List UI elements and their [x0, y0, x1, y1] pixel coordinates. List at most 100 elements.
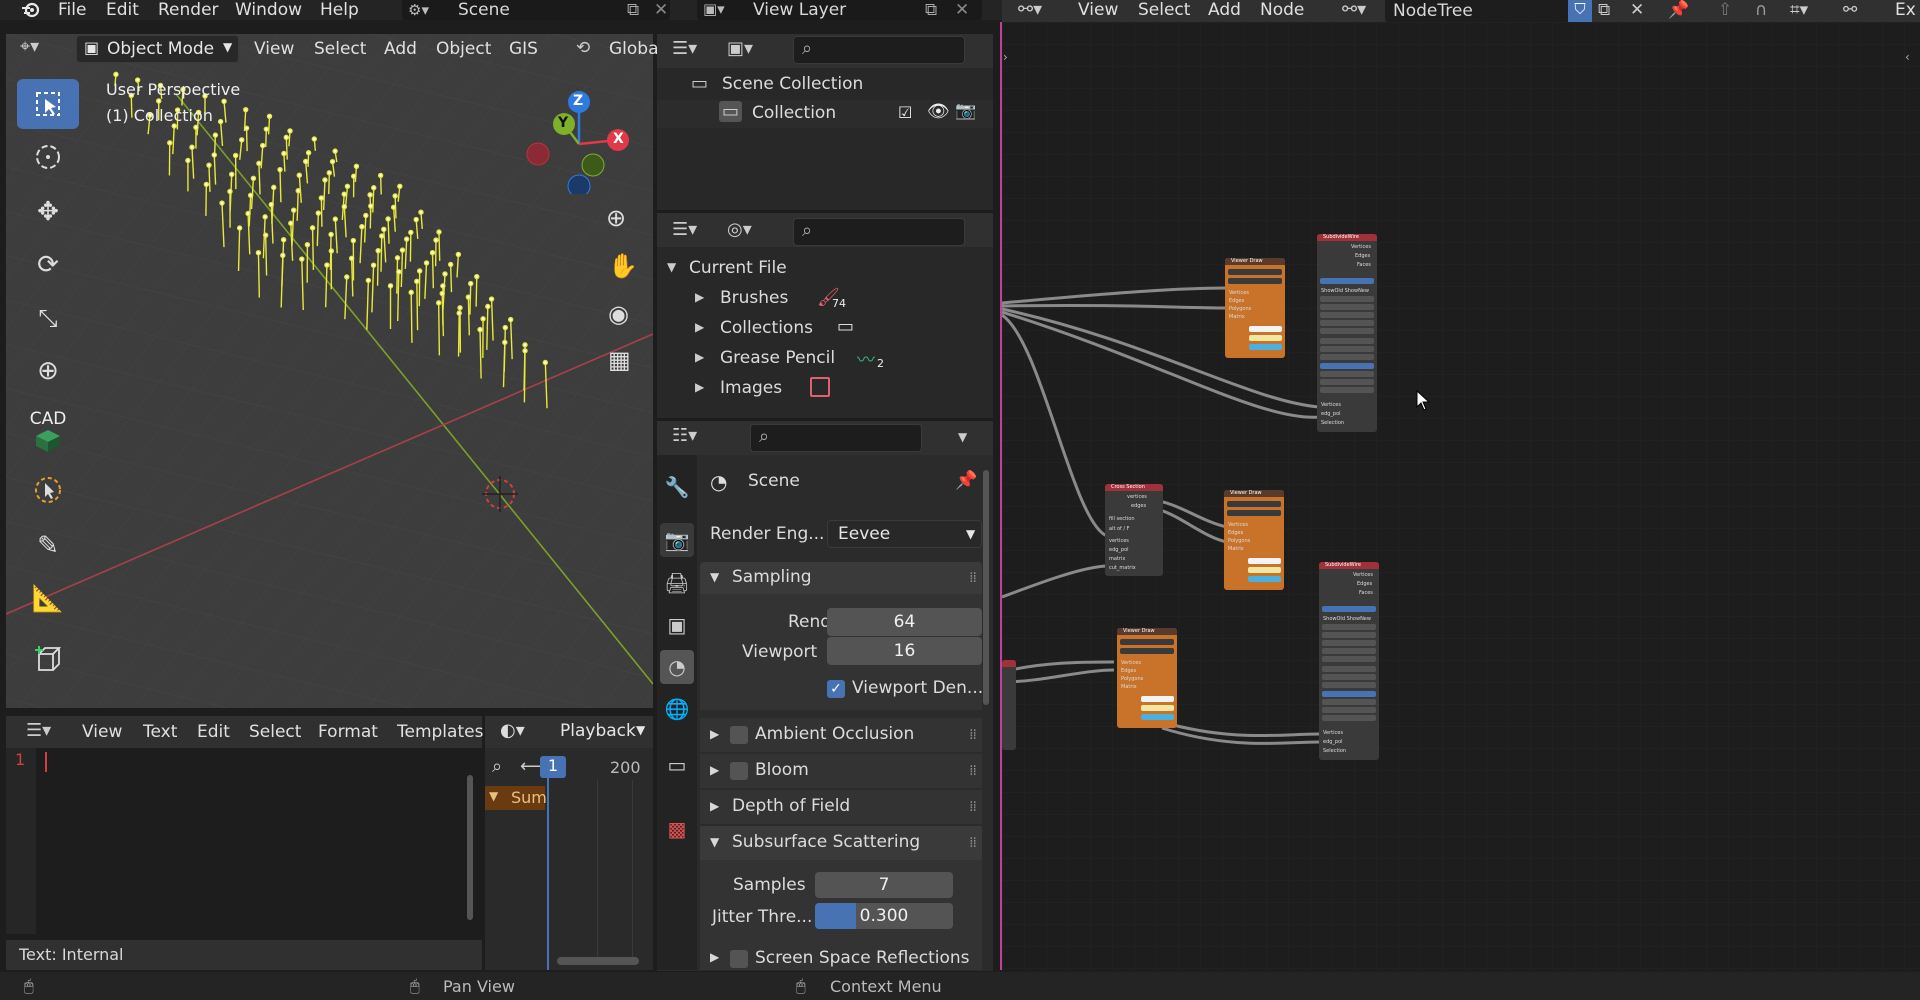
text-menu-templates[interactable]: Templates: [397, 722, 483, 742]
sampling-panel-header[interactable]: ▼ Sampling ⁞⁞: [700, 562, 982, 594]
view-layer-selector[interactable]: ▣▾ View Layer ⧉ ✕: [697, 0, 982, 20]
viewer3-bake-button[interactable]: [1120, 648, 1174, 654]
viewer1-color1[interactable]: [1249, 326, 1282, 332]
viewer1-icons-row[interactable]: [1228, 269, 1282, 275]
ssr-panel[interactable]: ▶ Screen Space Reflections: [700, 946, 982, 970]
sub1-showoptions[interactable]: [1320, 278, 1374, 284]
scale-tool-icon[interactable]: ⤡: [17, 293, 79, 343]
tool-tab-icon[interactable]: 🔧: [660, 470, 694, 504]
add-cube-tool-icon[interactable]: [17, 634, 79, 684]
drag-handle-icon[interactable]: ⁞⁞: [969, 570, 977, 586]
viewport-menu-gis[interactable]: GIS: [509, 39, 538, 59]
bloom-drag-handle-icon[interactable]: ⁞⁞: [969, 763, 977, 779]
timeline-scrollbar[interactable]: [557, 957, 639, 965]
text-menu-format[interactable]: Format: [318, 722, 378, 742]
visibility-eye-icon[interactable]: 👁: [927, 101, 950, 122]
menu-file[interactable]: File: [58, 0, 86, 20]
ao-checkbox[interactable]: [730, 726, 748, 744]
duplicate-layer-icon[interactable]: ⧉: [925, 0, 937, 20]
sub2-grid[interactable]: [1322, 691, 1376, 697]
sub2-fractal[interactable]: [1322, 640, 1376, 646]
render-tab-icon[interactable]: 📷: [660, 523, 694, 557]
pin-node-tree-icon[interactable]: 📌: [1668, 0, 1689, 20]
node-menu-node[interactable]: Node: [1260, 0, 1304, 20]
timeline-search-icon[interactable]: ⌕: [492, 756, 502, 777]
playback-dropdown[interactable]: Playback ▼: [550, 719, 653, 745]
outliner-type-icon[interactable]: ☰▾: [672, 38, 697, 59]
rotate-tool-icon[interactable]: ⟳: [17, 240, 79, 290]
sss-jitter-slider[interactable]: 0.300: [815, 903, 953, 929]
viewer-node-1[interactable]: Viewer Draw Vertices Edges Polygons Matr…: [1225, 258, 1285, 358]
duplicate-scene-icon[interactable]: ⧉: [627, 0, 639, 20]
outliner-search-input[interactable]: ⌕: [793, 36, 965, 64]
collection-row[interactable]: ▭ Collection ☑ 👁 📷: [657, 100, 993, 128]
viewer3-icons-row[interactable]: [1120, 639, 1174, 645]
node-editor-type-icon[interactable]: ⚯▾: [1018, 0, 1042, 20]
cursor-tool-icon[interactable]: [17, 132, 79, 182]
current-frame-badge[interactable]: 1: [540, 756, 566, 778]
camera-view-icon[interactable]: ◉: [608, 300, 644, 336]
blender-logo-icon[interactable]: [20, 0, 42, 20]
sub1-smooth[interactable]: [1320, 304, 1374, 310]
cad-tool-icon[interactable]: CAD: [17, 404, 79, 460]
current-file-row[interactable]: ▼ Current File: [657, 255, 993, 283]
outliner2-search-input[interactable]: ⌕: [793, 218, 965, 246]
sub1-select[interactable]: [1320, 338, 1374, 344]
fake-user-shield-icon[interactable]: ⛉: [1568, 0, 1592, 22]
viewport-samples-field[interactable]: 16: [827, 637, 982, 665]
sub1-fractal[interactable]: [1320, 312, 1374, 318]
transform-tool-icon[interactable]: ⊕: [17, 346, 79, 396]
viewer1-color3[interactable]: [1249, 344, 1282, 350]
output-tab-icon[interactable]: 🖨: [660, 566, 694, 600]
subdivide-node-1[interactable]: SubdivideWire Vertices Edges Faces ShowO…: [1317, 234, 1377, 432]
viewer2-bake-button[interactable]: [1227, 510, 1281, 516]
sss-panel-header[interactable]: ▼ Subsurface Scattering ⁞⁞: [700, 826, 982, 860]
brushes-row[interactable]: ▶ Brushes 🖌 74: [657, 285, 993, 313]
ssr-checkbox[interactable]: [730, 950, 748, 968]
close-scene-icon[interactable]: ✕: [654, 0, 668, 20]
viewer-node-2[interactable]: Viewer Draw Vertices Edges Polygons Matr…: [1224, 490, 1284, 590]
subdivide-node-2[interactable]: SubdivideWire Vertices Edges Faces ShowO…: [1319, 562, 1379, 760]
sub2-onlyquads[interactable]: [1322, 707, 1376, 713]
text-menu-view[interactable]: View: [82, 722, 122, 742]
zoom-icon[interactable]: ⊕: [606, 204, 642, 240]
menu-edit[interactable]: Edit: [106, 0, 139, 20]
sidebar-toggle-left-icon[interactable]: ›: [1003, 50, 1008, 64]
orientation-label[interactable]: Globa: [609, 39, 659, 59]
viewer2-color1[interactable]: [1248, 558, 1281, 564]
viewport-3d[interactable]: User Perspective (1) Collection Z Y X ⊕ …: [6, 34, 653, 708]
sub1-falloff[interactable]: [1320, 346, 1374, 352]
collections-row[interactable]: ▶ Collections ▭: [657, 315, 993, 343]
sub1-corner[interactable]: [1320, 354, 1374, 360]
viewer3-color3[interactable]: [1141, 714, 1174, 720]
menu-render[interactable]: Render: [158, 0, 219, 20]
images-row[interactable]: ▶ Images: [657, 375, 993, 403]
outliner2-type-icon[interactable]: ☰▾: [672, 219, 697, 240]
select-box-tool[interactable]: [17, 79, 79, 129]
orientation-icon[interactable]: ⟲: [576, 38, 590, 58]
playhead-line[interactable]: [547, 778, 549, 970]
sub2-cuts[interactable]: [1322, 624, 1376, 630]
node-tree-icon-right[interactable]: ⚯: [1843, 0, 1857, 20]
node-tree-type-icon[interactable]: ⚯▾: [1342, 0, 1366, 20]
sss-drag-handle-icon[interactable]: ⁞⁞: [969, 835, 977, 851]
timeline-type-icon[interactable]: ◐▾: [500, 720, 525, 741]
ao-drag-handle-icon[interactable]: ⁞⁞: [969, 727, 977, 743]
sub2-seed[interactable]: [1322, 656, 1376, 662]
sub1-evensmooth[interactable]: [1320, 387, 1374, 393]
collection-tab-icon[interactable]: ▭: [660, 748, 694, 782]
render-camera-icon[interactable]: 📷: [955, 101, 976, 121]
summary-channel[interactable]: ▼ Sum: [485, 786, 547, 810]
sub1-seed[interactable]: [1320, 328, 1374, 334]
close-layer-icon[interactable]: ✕: [955, 0, 969, 20]
properties-options-chevron-icon[interactable]: ▼: [958, 430, 967, 444]
viewer2-icons-row[interactable]: [1227, 501, 1281, 507]
dof-panel[interactable]: ▶ Depth of Field ⁞⁞: [700, 790, 982, 824]
sub2-corner[interactable]: [1322, 682, 1376, 688]
cross-section-node[interactable]: Cross Section vertices edges fill sectio…: [1105, 484, 1163, 576]
properties-scrollbar[interactable]: [983, 470, 989, 705]
sss-samples-field[interactable]: 7: [815, 872, 953, 898]
texture-tab-icon[interactable]: ▩: [660, 812, 694, 846]
sub1-onlyquads[interactable]: [1320, 379, 1374, 385]
sub2-smooth[interactable]: [1322, 632, 1376, 638]
